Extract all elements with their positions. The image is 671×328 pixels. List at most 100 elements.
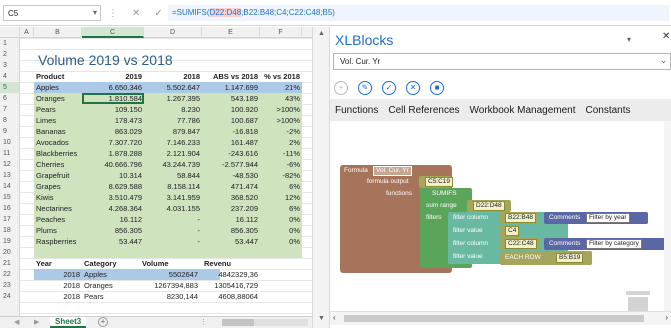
table1-cell[interactable]: Bananas [34, 126, 82, 137]
pane-collapse-icon[interactable]: ▾ [627, 35, 631, 44]
table1-cell[interactable]: Peaches [34, 214, 82, 225]
row-header[interactable]: 5 [0, 82, 19, 93]
table1-cell[interactable]: 368.520 [202, 192, 260, 203]
table1-cell[interactable]: 0% [260, 236, 302, 247]
column-header-e[interactable]: E [202, 27, 260, 38]
table1-cell[interactable]: Raspberries [34, 236, 82, 247]
table2-cell[interactable]: Apples [82, 269, 140, 280]
column-header-a[interactable]: A [20, 27, 34, 38]
row-header[interactable]: 14 [0, 181, 19, 192]
table1-cell[interactable]: 53.447 [202, 236, 260, 247]
table1-cell[interactable]: 178.473 [82, 115, 144, 126]
row-header[interactable]: 4 [0, 71, 19, 82]
row-header[interactable]: 13 [0, 170, 19, 181]
table1-cell[interactable]: 3.510.479 [82, 192, 144, 203]
row-header[interactable]: 6 [0, 93, 19, 104]
table1-cell[interactable]: 16.112 [202, 214, 260, 225]
cell-grid[interactable]: Volume 2019 vs 2018 Product 2019 2018 ABS v… [20, 38, 312, 316]
table1-cell[interactable]: Cherries [34, 159, 82, 170]
formula-input[interactable]: =SUMIFS(D22:D48;B22:B48;C4;C22:C48;B5) [168, 5, 669, 21]
sum-range-field[interactable]: D22:D48 [473, 201, 505, 211]
table1-cell[interactable]: >100% [260, 104, 302, 115]
table1-cell[interactable]: 100.920 [202, 104, 260, 115]
prev-sheet-icon[interactable]: ◀ [14, 318, 19, 326]
sheet-tab[interactable]: Sheet3 [50, 317, 87, 328]
select-all-corner[interactable] [0, 27, 20, 38]
column-header-c[interactable]: C [82, 27, 144, 38]
table1-header-cell[interactable]: 2019 [82, 71, 144, 82]
table1-cell[interactable]: 7.307.720 [82, 137, 144, 148]
filter-column-field-1[interactable]: B22:B48 [505, 213, 536, 223]
table1-cell[interactable]: 43% [260, 93, 302, 104]
table1-cell[interactable]: 4.031.155 [144, 203, 202, 214]
table1-cell[interactable]: 77.786 [144, 115, 202, 126]
stop-icon[interactable]: ■ [430, 81, 444, 95]
table1-cell[interactable]: 8.230 [144, 104, 202, 115]
row-header[interactable]: 21 [0, 258, 19, 269]
row-header[interactable]: 9 [0, 126, 19, 137]
table1-cell[interactable]: 6% [260, 181, 302, 192]
table1-header-cell[interactable]: 2018 [144, 71, 202, 82]
table1-header-cell[interactable]: ABS vs 2018 [202, 71, 260, 82]
active-cell-c5[interactable] [82, 93, 144, 104]
filter-value-field-1[interactable]: C4 [505, 226, 520, 236]
table2-cell[interactable]: 2018 [34, 269, 82, 280]
menu-functions[interactable]: Functions [330, 105, 383, 116]
table1-cell[interactable]: -82% [260, 170, 302, 181]
table1-cell[interactable]: Grapefruit [34, 170, 82, 181]
table1-cell[interactable]: 161.487 [202, 137, 260, 148]
table1-cell[interactable]: >100% [260, 115, 302, 126]
scrollbar-thumb[interactable] [222, 319, 254, 326]
menu-cell-references[interactable]: Cell References [383, 105, 464, 116]
table1-cell[interactable]: 863.029 [82, 126, 144, 137]
row-header[interactable]: 23 [0, 280, 19, 291]
table2-cell[interactable]: Oranges [82, 280, 140, 291]
table1-cell[interactable]: 10.314 [82, 170, 144, 181]
horizontal-scrollbar[interactable] [222, 319, 308, 326]
scrollbar-thumb[interactable] [344, 315, 644, 322]
table1-cell[interactable]: -48.530 [202, 170, 260, 181]
scroll-down-icon[interactable]: ▼ [318, 315, 325, 322]
edit-icon[interactable]: ✎ [358, 81, 372, 95]
add-icon[interactable]: + [334, 81, 348, 95]
table2-cell[interactable]: 1267394,883 [140, 280, 200, 291]
row-header[interactable]: 10 [0, 137, 19, 148]
table1-cell[interactable]: Blackberries [34, 148, 82, 159]
table1-cell[interactable]: - [144, 225, 202, 236]
name-box[interactable]: C5 ▾ [3, 5, 101, 21]
table1-cell[interactable]: 5.502.647 [144, 82, 202, 93]
table1-cell[interactable]: 21% [260, 82, 302, 93]
menu-constants[interactable]: Constants [581, 105, 636, 116]
table2-cell[interactable]: 8230,144 [140, 291, 200, 302]
table1-cell[interactable]: -2.577.944 [202, 159, 260, 170]
table1-cell[interactable]: 0% [260, 225, 302, 236]
row-header[interactable]: 7 [0, 104, 19, 115]
table1-cell[interactable]: 109.150 [82, 104, 144, 115]
table1-cell[interactable]: 879.847 [144, 126, 202, 137]
table1-cell[interactable]: 6% [260, 203, 302, 214]
vertical-scrollbar[interactable] [664, 121, 671, 311]
table1-cell[interactable]: 8.158.114 [144, 181, 202, 192]
column-header-b[interactable]: B [34, 27, 82, 38]
table2-header-cell[interactable]: Volume [140, 258, 200, 269]
table1-cell[interactable]: -11% [260, 148, 302, 159]
tab-more-icon[interactable]: ⋮ [200, 318, 207, 326]
table1-header-cell[interactable]: Product [34, 71, 82, 82]
scroll-up-icon[interactable]: ▲ [318, 30, 325, 37]
table1-cell[interactable]: 40.666.796 [82, 159, 144, 170]
formula-output-field[interactable]: C5:C19 [425, 177, 454, 187]
cancel-icon[interactable]: ✕ [406, 81, 420, 95]
table1-cell[interactable]: 471.474 [202, 181, 260, 192]
table1-cell[interactable]: 2.121.904 [144, 148, 202, 159]
table1-cell[interactable]: 0% [260, 214, 302, 225]
table1-cell[interactable]: - [144, 214, 202, 225]
table1-cell[interactable]: 1.878.288 [82, 148, 144, 159]
table1-cell[interactable]: Kiwis [34, 192, 82, 203]
trash-icon[interactable] [626, 291, 650, 311]
table1-cell[interactable]: 53.447 [82, 236, 144, 247]
row-header[interactable]: 3 [0, 60, 19, 71]
row-header[interactable]: 24 [0, 291, 19, 302]
table1-cell[interactable]: -16.818 [202, 126, 260, 137]
enter-icon[interactable]: ✓ [154, 8, 162, 19]
row-header[interactable]: 16 [0, 203, 19, 214]
